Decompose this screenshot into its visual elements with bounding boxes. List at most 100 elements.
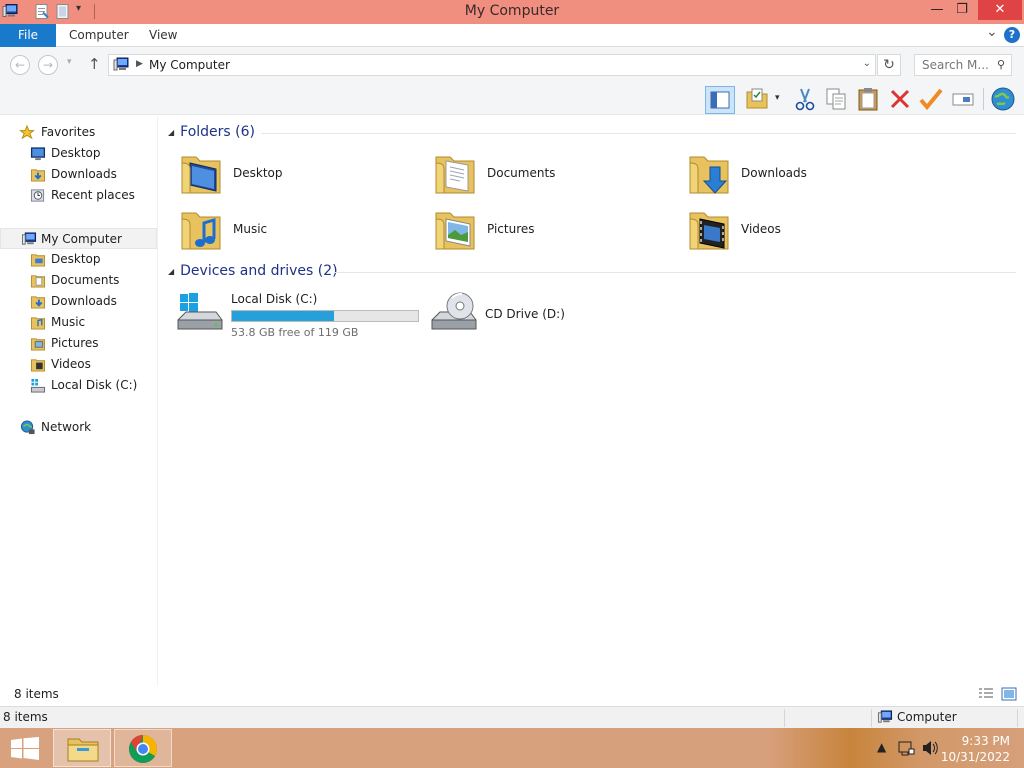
forward-button[interactable]: →	[38, 55, 58, 75]
clock[interactable]: 9:33 PM 10/31/2022	[941, 733, 1010, 765]
nav-label: Documents	[51, 273, 120, 287]
checkmark-icon[interactable]	[918, 86, 944, 112]
search-box[interactable]: Search M... ⚲	[914, 54, 1012, 76]
drive-icon	[30, 378, 46, 393]
collapse-icon[interactable]: ◢	[168, 267, 174, 276]
status-bar: 8 items	[0, 686, 1024, 706]
back-button[interactable]: ←	[10, 55, 30, 75]
devices-group-header[interactable]: ◢ Devices and drives (2)	[168, 263, 338, 279]
folders-header-label: Folders (6)	[180, 124, 255, 140]
taskbar-chrome[interactable]	[114, 729, 172, 767]
desktop-icon	[30, 147, 46, 161]
paste-icon[interactable]	[855, 86, 881, 112]
nav-computer-pictures[interactable]: Pictures	[0, 333, 157, 354]
details-item-count: 8 items	[3, 710, 48, 724]
folder-tile-desktop[interactable]: Desktop	[178, 149, 418, 203]
nav-fav-desktop[interactable]: Desktop	[0, 143, 157, 164]
computer-icon	[877, 710, 893, 723]
nav-fav-recent[interactable]: Recent places	[0, 185, 157, 206]
folder-label: Desktop	[233, 166, 283, 180]
address-bar[interactable]: ▶ My Computer ⌄	[108, 54, 876, 76]
drive-tile-local-disk[interactable]: Local Disk (C:) 53.8 GB free of 119 GB	[176, 290, 426, 344]
nav-label: Music	[51, 315, 86, 329]
nav-label: Downloads	[51, 167, 117, 181]
tab-file[interactable]: File	[0, 24, 56, 47]
nav-computer-videos[interactable]: Videos	[0, 354, 157, 375]
refresh-button[interactable]: ↻	[877, 54, 901, 76]
search-icon[interactable]: ⚲	[997, 58, 1005, 71]
breadcrumb[interactable]: My Computer	[149, 58, 230, 72]
tab-computer[interactable]: Computer	[69, 24, 129, 47]
properties-folder-icon[interactable]	[744, 86, 770, 112]
group-divider	[261, 133, 1016, 134]
windows-logo-icon	[11, 737, 39, 760]
downloads-folder-icon	[689, 156, 729, 194]
expand-ribbon-icon[interactable]: ⌄	[986, 24, 998, 40]
properties-dropdown-icon[interactable]: ▾	[775, 93, 780, 103]
desktop-folder-icon	[181, 156, 221, 194]
folder-icon	[30, 296, 46, 309]
folder-tile-documents[interactable]: Documents	[432, 149, 672, 203]
folder-tile-videos[interactable]: Videos	[686, 205, 926, 259]
nav-label: Downloads	[51, 294, 117, 308]
nav-computer-documents[interactable]: Documents	[0, 270, 157, 291]
nav-favorites[interactable]: Favorites	[0, 122, 157, 143]
action-center-icon[interactable]	[897, 739, 915, 757]
nav-computer-music[interactable]: Music	[0, 312, 157, 333]
folders-group-header[interactable]: ◢ Folders (6)	[168, 124, 255, 140]
details-view-icon[interactable]	[978, 687, 994, 701]
nav-computer-desktop[interactable]: Desktop	[0, 249, 157, 270]
folder-icon	[30, 275, 46, 288]
drive-tile-cd[interactable]: CD Drive (D:)	[430, 290, 670, 344]
folder-tile-music[interactable]: Music	[178, 205, 418, 259]
copy-icon[interactable]	[823, 86, 849, 112]
delete-icon[interactable]	[887, 86, 913, 112]
nav-computer-local-disk[interactable]: Local Disk (C:)	[0, 375, 157, 396]
details-separator	[1017, 709, 1018, 727]
nav-network[interactable]: Network	[0, 417, 157, 438]
local-disk-icon	[177, 293, 223, 330]
start-button[interactable]	[0, 728, 48, 768]
folder-tile-downloads[interactable]: Downloads	[686, 149, 926, 203]
minimize-button[interactable]: —	[923, 0, 951, 20]
star-icon	[19, 125, 35, 140]
volume-icon[interactable]	[921, 740, 939, 756]
help-icon[interactable]: ?	[1004, 27, 1020, 43]
large-icons-view-icon[interactable]	[1001, 687, 1017, 701]
window-title: My Computer	[464, 3, 560, 19]
clock-date: 10/31/2022	[940, 750, 1010, 764]
tab-view[interactable]: View	[149, 24, 177, 47]
folder-label: Music	[233, 222, 268, 236]
details-bar: 8 items Computer	[0, 706, 1024, 728]
folder-tile-pictures[interactable]: Pictures	[432, 205, 672, 259]
show-hidden-icons-button[interactable]: ▲	[877, 740, 886, 754]
taskbar-file-explorer[interactable]	[53, 729, 111, 767]
nav-my-computer[interactable]: My Computer	[0, 228, 157, 249]
close-button[interactable]: ✕	[978, 0, 1022, 20]
address-row: ← → ▾ ↑ ▶ My Computer ⌄ ↻ Search M... ⚲	[0, 47, 1024, 83]
folder-label: Downloads	[741, 166, 807, 180]
restore-button[interactable]: ❐	[948, 0, 976, 20]
nav-fav-downloads[interactable]: Downloads	[0, 164, 157, 185]
up-button[interactable]: ↑	[88, 55, 101, 73]
nav-label: Local Disk (C:)	[51, 378, 138, 392]
file-explorer-icon	[67, 738, 99, 762]
folder-icon	[30, 359, 46, 372]
layout-pane-icon[interactable]	[705, 86, 735, 114]
title-bar: ▾ My Computer — ❐ ✕	[0, 0, 1024, 24]
search-input[interactable]: Search M...	[922, 58, 989, 72]
breadcrumb-separator-icon[interactable]: ▶	[136, 59, 143, 69]
address-dropdown-icon[interactable]: ⌄	[863, 58, 871, 69]
nav-computer-downloads[interactable]: Downloads	[0, 291, 157, 312]
recent-locations-icon[interactable]: ▾	[67, 57, 72, 67]
taskbar: ▲ 9:33 PM 10/31/2022	[0, 728, 1024, 768]
ribbon-tabs: File Computer View ⌄ ?	[0, 24, 1024, 47]
rename-icon[interactable]	[950, 86, 976, 112]
collapse-icon[interactable]: ◢	[168, 128, 174, 137]
computer-icon	[21, 232, 37, 245]
nav-label: Recent places	[51, 188, 135, 202]
cut-icon[interactable]	[792, 86, 818, 112]
drive-usage-bar	[231, 310, 419, 322]
globe-icon[interactable]	[990, 86, 1016, 112]
recent-places-icon	[30, 189, 45, 202]
